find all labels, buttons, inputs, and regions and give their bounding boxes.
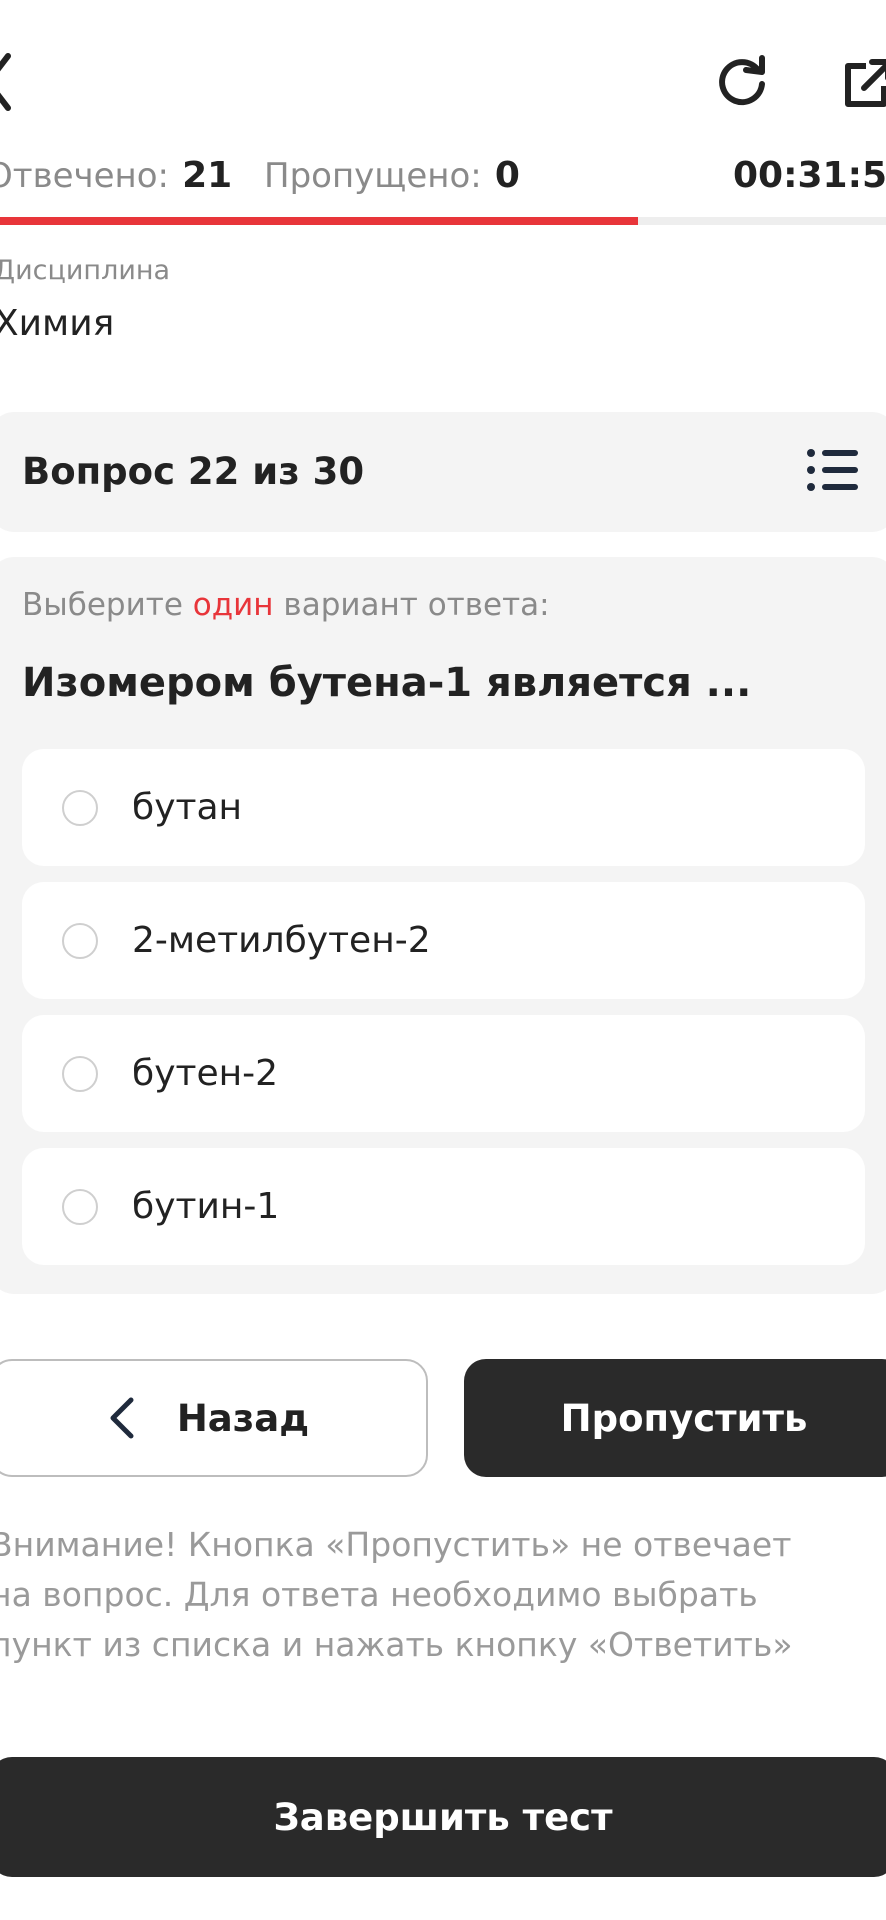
skipped-value: 0 — [494, 155, 520, 196]
answered-value: 21 — [182, 155, 233, 196]
instruction-prefix: Выберите — [22, 587, 193, 623]
notice-line-1: Внимание! Кнопка «Пропустить» не отвечае… — [0, 1525, 792, 1564]
skipped-label: Пропущено: — [264, 156, 482, 196]
answer-option-2[interactable]: 2-метилбутен-2 — [22, 882, 865, 999]
back-icon[interactable] — [0, 50, 20, 114]
answered-label: Отвечено: — [0, 156, 170, 196]
skipped-stat: Пропущено: 0 — [264, 155, 520, 196]
radio-button[interactable] — [62, 922, 98, 959]
notice-text: Внимание! Кнопка «Пропустить» не отвечае… — [0, 1520, 880, 1670]
progress-bar — [0, 217, 886, 225]
option-label: бутин-1 — [132, 1186, 280, 1227]
skip-button[interactable]: Пропустить — [464, 1359, 886, 1477]
finish-test-button[interactable]: Завершить тест — [0, 1757, 886, 1877]
discipline-label: Дисциплина — [0, 255, 171, 286]
option-label: бутан — [132, 787, 243, 828]
refresh-icon[interactable] — [712, 52, 772, 112]
option-label: бутен-2 — [132, 1053, 279, 1094]
timer: 00:31:58 — [733, 155, 886, 196]
chevron-left-icon — [109, 1396, 135, 1440]
radio-button[interactable] — [62, 1188, 98, 1225]
answer-option-1[interactable]: бутан — [22, 749, 865, 866]
back-button[interactable]: Назад — [0, 1359, 428, 1477]
answered-stat: Отвечено: 21 — [0, 155, 232, 196]
instruction-suffix: вариант ответа: — [273, 587, 550, 623]
question-text: Изомером бутена-1 является ... — [22, 660, 752, 706]
list-icon[interactable] — [806, 448, 860, 492]
instruction: Выберите один вариант ответа: — [22, 587, 550, 623]
radio-button[interactable] — [62, 1055, 98, 1092]
discipline-value: Химия — [0, 303, 115, 344]
external-link-icon[interactable] — [844, 58, 886, 108]
finish-label: Завершить тест — [273, 1795, 613, 1839]
back-label: Назад — [176, 1396, 310, 1440]
answer-option-4[interactable]: бутин-1 — [22, 1148, 865, 1265]
option-label: 2-метилбутен-2 — [132, 920, 431, 961]
instruction-highlight: один — [192, 587, 274, 623]
progress-fill — [0, 217, 638, 225]
question-number: Вопрос 22 из 30 — [22, 450, 365, 493]
skip-label: Пропустить — [560, 1396, 808, 1440]
notice-line-3: пункт из списка и нажать кнопку «Ответит… — [0, 1625, 793, 1664]
answer-option-3[interactable]: бутен-2 — [22, 1015, 865, 1132]
radio-button[interactable] — [62, 789, 98, 826]
notice-line-2: на вопрос. Для ответа необходимо выбрать — [0, 1575, 758, 1614]
